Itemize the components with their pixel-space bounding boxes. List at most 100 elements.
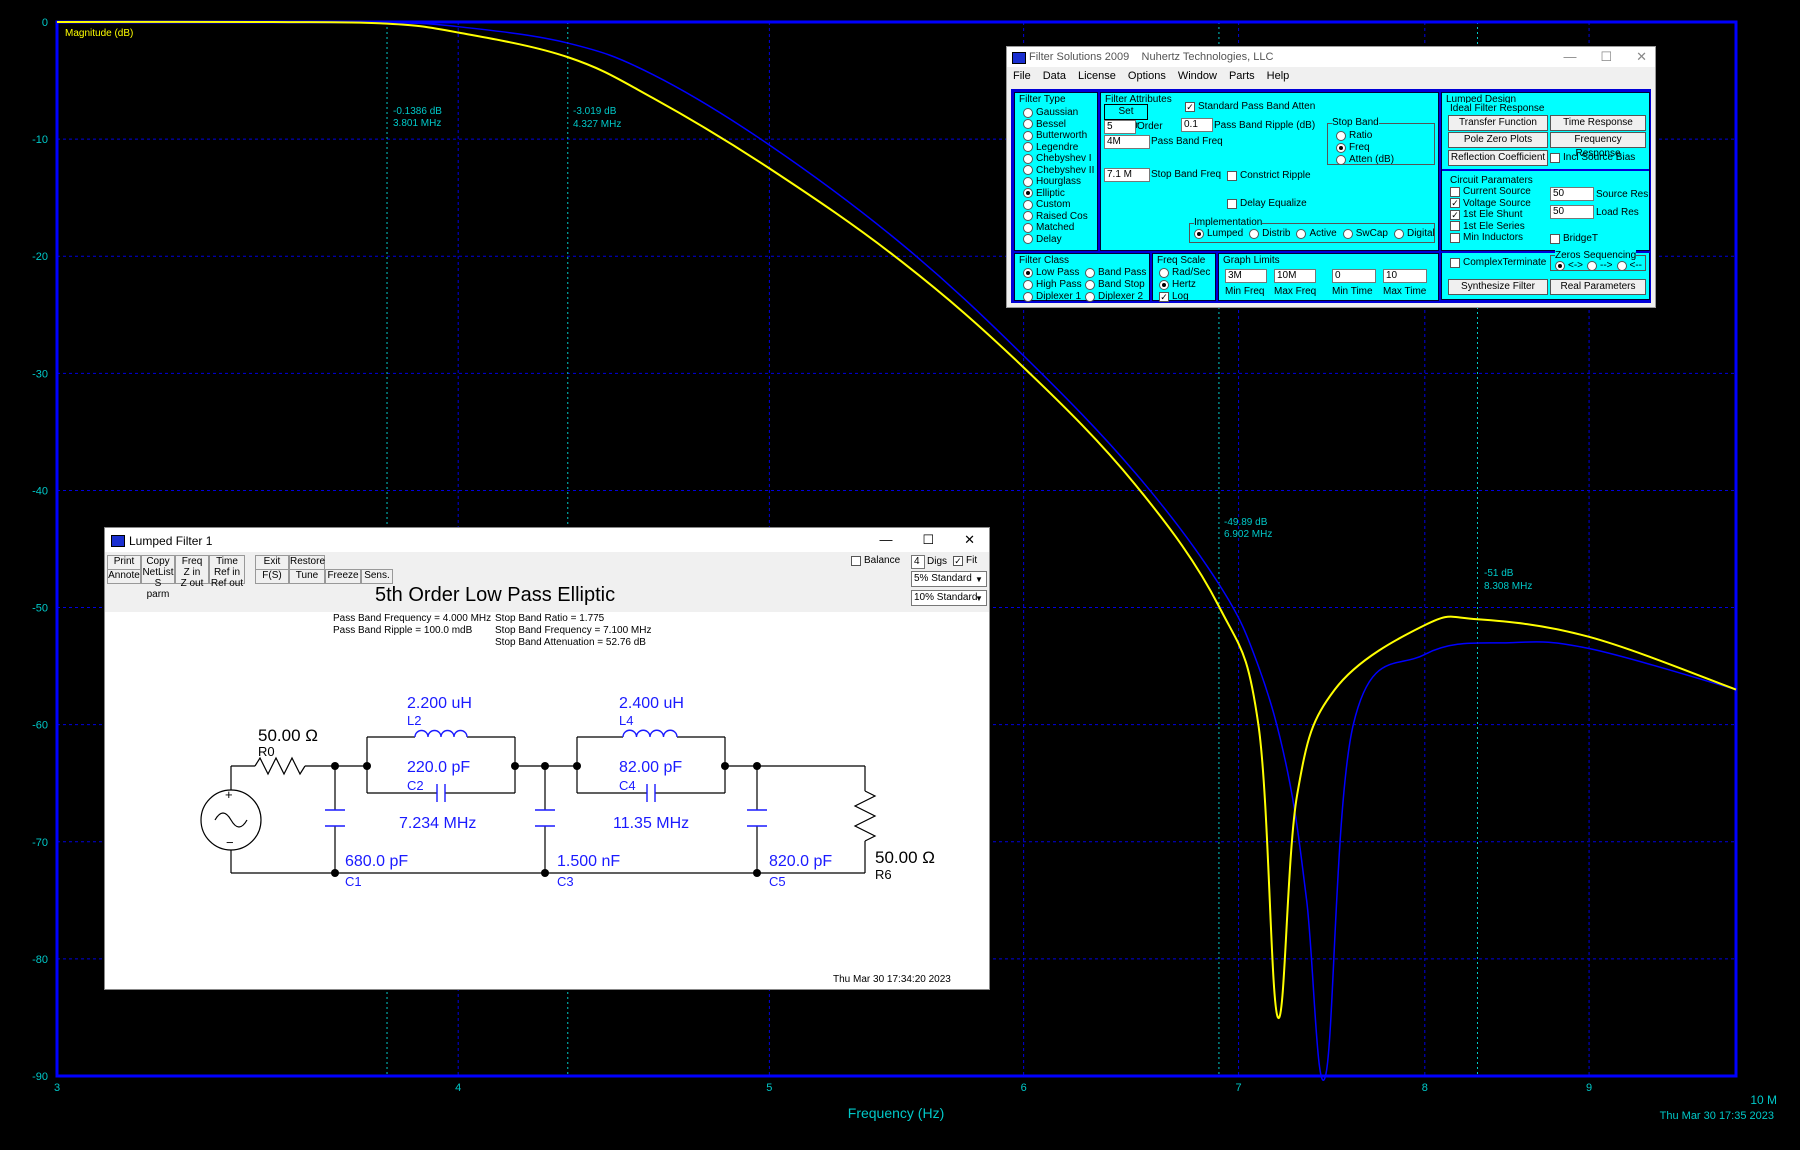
filter-type-option[interactable]: Matched — [1023, 222, 1094, 234]
filter-type-option[interactable]: Delay — [1023, 234, 1094, 246]
implementation-label: Active — [1309, 228, 1337, 239]
filter-type-option[interactable]: Bessel — [1023, 119, 1094, 131]
synthesize-filter-button[interactable]: Synthesize Filter — [1448, 279, 1548, 295]
circuit-checkbox[interactable] — [1450, 221, 1460, 232]
circuit-option[interactable]: ✓ 1st Ele Shunt — [1450, 209, 1531, 221]
set-order-button[interactable]: Set Order — [1104, 104, 1148, 131]
circuit-checkbox[interactable]: ✓ — [1450, 209, 1460, 220]
band-stop-radio[interactable] — [1085, 279, 1095, 290]
stop-band-freq-radio[interactable] — [1336, 142, 1346, 153]
circuit-checkbox[interactable] — [1450, 232, 1460, 243]
filter-type-radio[interactable] — [1023, 153, 1033, 164]
log-checkbox[interactable]: ✓ — [1159, 291, 1169, 302]
menu-file[interactable]: File — [1013, 70, 1031, 82]
min-time-input[interactable]: 0 — [1332, 269, 1376, 283]
filter-type-radio[interactable] — [1023, 165, 1033, 176]
std-atten-checkbox[interactable]: ✓ — [1185, 101, 1195, 112]
pole-zero-plots-button[interactable]: Pole Zero Plots — [1448, 132, 1548, 148]
zeros-right-radio[interactable] — [1587, 260, 1598, 271]
filter-type-option[interactable]: Butterworth — [1023, 130, 1094, 142]
filter-type-option[interactable]: Hourglass — [1023, 176, 1094, 188]
stop-band-atten-radio[interactable] — [1336, 154, 1346, 165]
minimize-icon[interactable]: — — [1563, 49, 1576, 65]
filter-type-radio[interactable] — [1023, 234, 1033, 245]
filter-type-radio[interactable] — [1023, 222, 1033, 233]
filter-type-radio[interactable] — [1023, 142, 1033, 153]
complex-terminate-checkbox[interactable] — [1450, 257, 1460, 268]
bridget-checkbox[interactable] — [1550, 233, 1560, 244]
stop-band-freq-input[interactable]: 7.1 M — [1104, 168, 1150, 182]
filter-type-option[interactable]: Elliptic — [1023, 188, 1094, 200]
menu-data[interactable]: Data — [1043, 70, 1066, 82]
filter-type-radio[interactable] — [1023, 176, 1033, 187]
filter-type-radio[interactable] — [1023, 119, 1033, 130]
filter-type-option[interactable]: Chebyshev II — [1023, 165, 1094, 177]
stop-band-ratio-radio[interactable] — [1336, 130, 1346, 141]
filter-type-option[interactable]: Chebyshev I — [1023, 153, 1094, 165]
filter-type-option[interactable]: Raised Cos — [1023, 211, 1094, 223]
diplexer-2-radio[interactable] — [1085, 291, 1095, 302]
implementation-option[interactable]: Active — [1296, 228, 1337, 239]
filter-solutions-window[interactable]: Filter Solutions 2009 Nuhertz Technologi… — [1006, 46, 1656, 308]
implementation-option[interactable]: SwCap — [1342, 228, 1388, 239]
menu-parts[interactable]: Parts — [1229, 70, 1255, 82]
menu-options[interactable]: Options — [1128, 70, 1166, 82]
close-icon[interactable]: ✕ — [1636, 49, 1647, 65]
low-pass-radio[interactable] — [1023, 267, 1033, 278]
ripple-input[interactable]: 0.1 — [1181, 118, 1213, 132]
zeros-left-radio[interactable] — [1616, 260, 1627, 271]
filter-type-radio[interactable] — [1023, 107, 1033, 118]
pass-band-freq-input[interactable]: 4M — [1104, 135, 1150, 149]
filter-type-radio[interactable] — [1023, 130, 1033, 141]
maximize-icon[interactable]: ☐ — [1600, 49, 1612, 65]
menu-help[interactable]: Help — [1267, 70, 1290, 82]
x-tick-label: 3 — [54, 1082, 60, 1094]
implementation-option[interactable]: Digital — [1393, 228, 1435, 239]
delay-equalize-checkbox[interactable] — [1227, 198, 1237, 209]
implementation-option[interactable]: Lumped — [1194, 228, 1243, 239]
zeros-both-radio[interactable] — [1555, 260, 1565, 271]
circuit-checkbox[interactable] — [1450, 186, 1460, 197]
high-pass-radio[interactable] — [1023, 279, 1033, 290]
constrict-ripple-checkbox[interactable] — [1227, 170, 1237, 181]
circuit-option[interactable]: Min Inductors — [1450, 232, 1531, 244]
filter-type-option[interactable]: Custom — [1023, 199, 1094, 211]
rad-sec-radio[interactable] — [1159, 267, 1169, 278]
implementation-radio[interactable] — [1194, 228, 1204, 239]
frequency-response-button[interactable]: Frequency Response — [1550, 132, 1646, 159]
filter-type-option[interactable]: Gaussian — [1023, 107, 1094, 119]
band-pass-radio[interactable] — [1085, 267, 1095, 278]
source-res-input[interactable]: 50 — [1550, 187, 1594, 201]
circuit-option[interactable]: ✓ Voltage Source — [1450, 198, 1531, 210]
implementation-option[interactable]: Distrib — [1249, 228, 1290, 239]
max-freq-input[interactable]: 10M — [1274, 269, 1316, 283]
hertz-radio[interactable] — [1159, 279, 1169, 290]
filter-type-radio[interactable] — [1023, 188, 1033, 199]
real-parameters-button[interactable]: Real Parameters — [1550, 279, 1646, 295]
transfer-function-button[interactable]: Transfer Function — [1448, 115, 1548, 131]
implementation-radio[interactable] — [1249, 228, 1260, 239]
incl-source-bias-checkbox[interactable] — [1550, 152, 1560, 163]
time-response-button[interactable]: Time Response — [1550, 115, 1646, 131]
circuit-option[interactable]: 1st Ele Series — [1450, 221, 1531, 233]
diplexer-1-radio[interactable] — [1023, 291, 1033, 302]
lumped-filter-window[interactable]: Lumped Filter 1 — ☐ ✕ Print Annote Copy … — [104, 527, 990, 990]
reflection-coefficient-button[interactable]: Reflection Coefficient — [1448, 150, 1548, 166]
constrict-ripple-label: Constrict Ripple — [1240, 170, 1311, 181]
circuit-option[interactable]: Current Source — [1450, 186, 1531, 198]
implementation-radio[interactable] — [1296, 228, 1307, 239]
fs-titlebar[interactable]: Filter Solutions 2009 Nuhertz Technologi… — [1007, 47, 1655, 67]
order-input[interactable]: 5 — [1104, 120, 1136, 134]
filter-type-radio[interactable] — [1023, 211, 1033, 222]
implementation-radio[interactable] — [1342, 228, 1353, 239]
max-time-input[interactable]: 10 — [1383, 269, 1427, 283]
implementation-radio[interactable] — [1393, 228, 1404, 239]
filter-type-option[interactable]: Legendre — [1023, 142, 1094, 154]
filter-type-radio[interactable] — [1023, 199, 1033, 210]
load-res-input[interactable]: 50 — [1550, 205, 1594, 219]
filter-type-label: Gaussian — [1036, 107, 1079, 119]
menu-license[interactable]: License — [1078, 70, 1116, 82]
menu-window[interactable]: Window — [1178, 70, 1217, 82]
min-freq-input[interactable]: 3M — [1225, 269, 1267, 283]
circuit-checkbox[interactable]: ✓ — [1450, 198, 1460, 209]
